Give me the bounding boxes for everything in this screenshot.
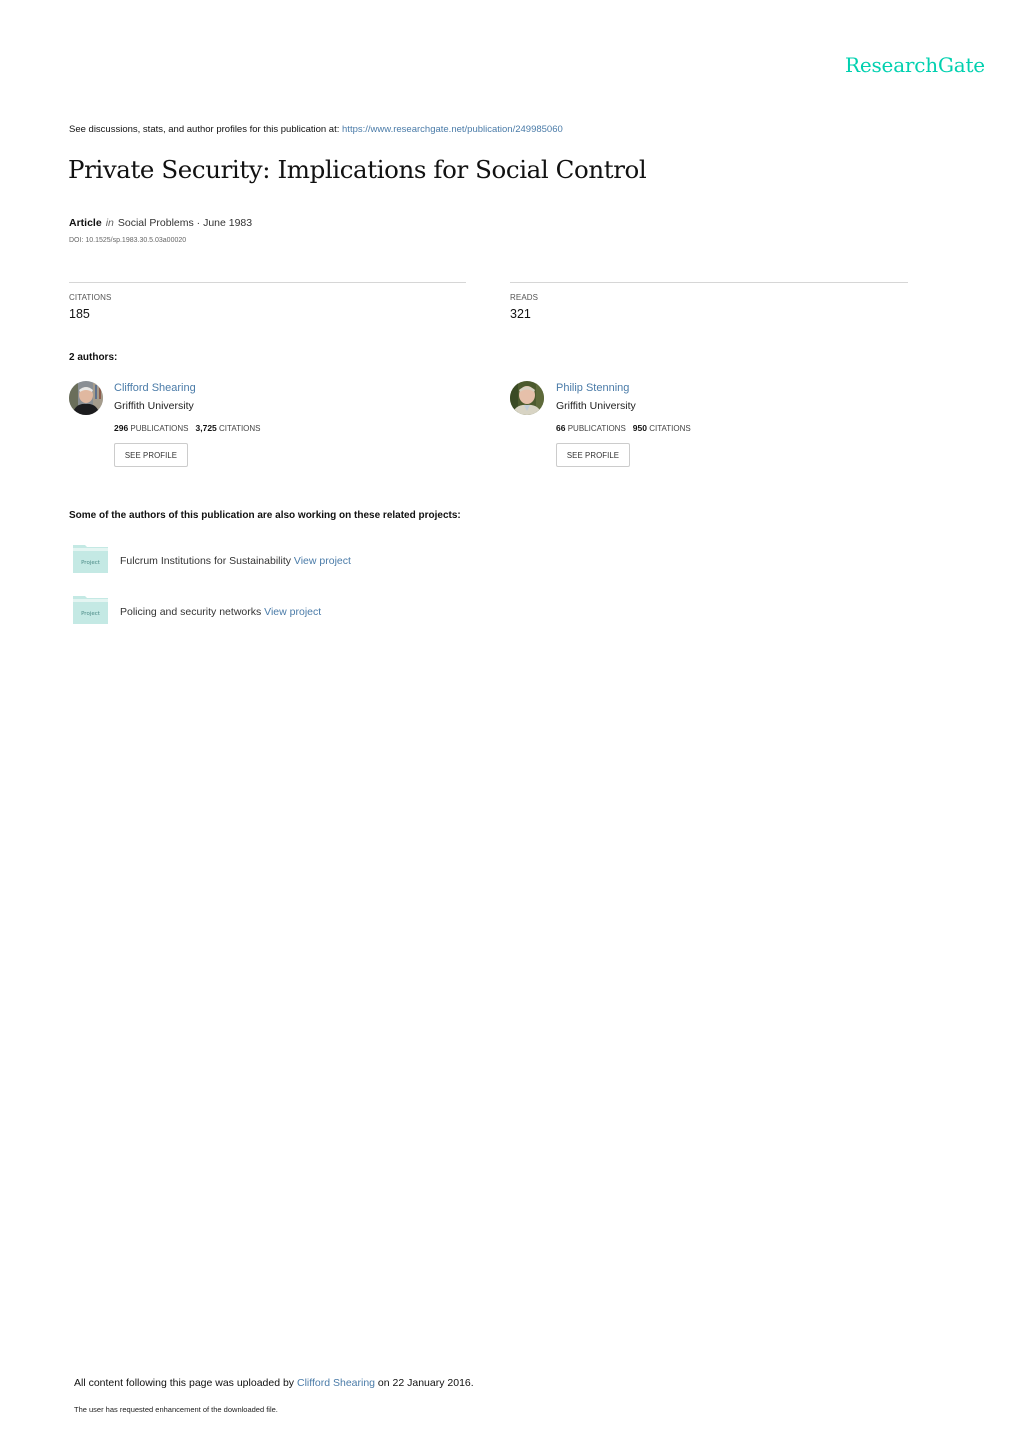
doi: DOI: 10.1525/sp.1983.30.5.03a00020 xyxy=(69,237,187,244)
project-item: Policing and security networks View proj… xyxy=(120,606,321,618)
projects-heading: Some of the authors of this publication … xyxy=(69,510,461,521)
citations-divider xyxy=(69,282,466,283)
author-photo-icon xyxy=(510,381,544,415)
publications-label: PUBLICATIONS xyxy=(567,424,626,433)
author-name-link[interactable]: Clifford Shearing xyxy=(114,382,196,394)
reads-divider xyxy=(510,282,908,283)
publications-label: PUBLICATIONS xyxy=(130,424,189,433)
svg-text:Project: Project xyxy=(81,560,101,566)
citations-count: 950 xyxy=(632,423,647,433)
citations-label: CITATIONS xyxy=(649,424,691,433)
author-avatar[interactable] xyxy=(69,381,103,415)
citations-value: 185 xyxy=(69,307,90,321)
publication-url-link[interactable]: https://www.researchgate.net/publication… xyxy=(342,124,563,135)
uploaded-by-line: All content following this page was uplo… xyxy=(74,1377,474,1389)
author-name-link[interactable]: Philip Stenning xyxy=(556,382,629,394)
publications-count: 296 xyxy=(114,423,129,433)
uploaded-prefix: All content following this page was uplo… xyxy=(74,1377,297,1389)
publication-title: Private Security: Implications for Socia… xyxy=(68,155,647,184)
author-institution: Griffith University xyxy=(556,400,636,412)
uploaded-suffix: on 22 January 2016. xyxy=(375,1377,474,1389)
author-institution: Griffith University xyxy=(114,400,194,412)
publications-count: 66 xyxy=(556,423,566,433)
see-discussions-text: See discussions, stats, and author profi… xyxy=(69,124,343,135)
view-project-link[interactable]: View project xyxy=(294,555,351,567)
in-label: in xyxy=(105,217,114,229)
project-folder-icon: Project xyxy=(72,595,109,625)
journal-date: Social Problems · June 1983 xyxy=(117,217,253,229)
publication-meta: Article in Social Problems · June 1983 xyxy=(69,217,252,229)
svg-text:Project: Project xyxy=(81,611,101,617)
enhancement-note: The user has requested enhancement of th… xyxy=(74,1405,278,1414)
author-avatar[interactable] xyxy=(510,381,544,415)
project-name: Policing and security networks xyxy=(120,606,262,618)
citations-label: CITATIONS xyxy=(219,424,261,433)
author-photo-icon xyxy=(69,381,103,415)
author-stats: 66 PUBLICATIONS 950 CITATIONS xyxy=(556,423,691,433)
see-profile-button[interactable]: SEE PROFILE xyxy=(556,443,630,467)
publication-type: Article xyxy=(69,217,102,229)
researchgate-logo[interactable]: ResearchGate xyxy=(845,53,985,77)
see-profile-button[interactable]: SEE PROFILE xyxy=(114,443,188,467)
author-stats: 296 PUBLICATIONS 3,725 CITATIONS xyxy=(114,423,261,433)
citations-label: CITATIONS xyxy=(69,293,112,302)
reads-label: READS xyxy=(510,293,539,302)
project-name: Fulcrum Institutions for Sustainability xyxy=(120,555,291,567)
view-project-link[interactable]: View project xyxy=(264,606,321,618)
see-discussions-line: See discussions, stats, and author profi… xyxy=(69,124,563,135)
project-item: Fulcrum Institutions for Sustainability … xyxy=(120,555,351,567)
authors-heading: 2 authors: xyxy=(69,352,118,363)
uploader-link[interactable]: Clifford Shearing xyxy=(297,1377,375,1389)
project-folder-icon: Project xyxy=(72,544,109,574)
citations-count: 3,725 xyxy=(195,423,217,433)
reads-value: 321 xyxy=(510,307,531,321)
